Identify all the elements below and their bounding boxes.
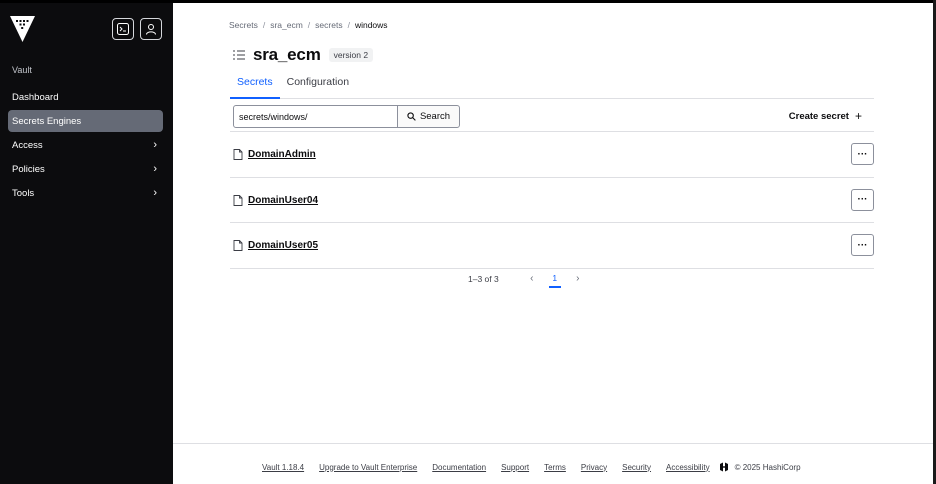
version-badge: version 2 [328, 48, 374, 62]
secrets-list: DomainAdmin ··· DomainUser04 ··· DomainU… [230, 132, 874, 269]
sidebar-item-secrets-engines[interactable]: Secrets Engines [8, 110, 163, 132]
footer-link-support[interactable]: Support [501, 463, 529, 472]
footer-link-version[interactable]: Vault 1.18.4 [262, 463, 304, 472]
sidebar-item-label: Access [12, 139, 43, 151]
search-button-label: Search [419, 111, 451, 122]
console-button[interactable] [112, 18, 134, 40]
tab-configuration[interactable]: Configuration [280, 70, 356, 99]
breadcrumb: Secrets / sra_ecm / secrets / windows [229, 20, 388, 30]
file-icon [233, 149, 243, 160]
breadcrumb-secrets[interactable]: Secrets [229, 20, 258, 30]
secret-name[interactable]: DomainUser04 [248, 195, 318, 206]
sidebar-item-label: Dashboard [12, 91, 59, 103]
sidebar-section-label: Vault [12, 65, 32, 75]
pagination: 1–3 of 3 ‹ 1 › [468, 271, 585, 288]
footer-link-documentation[interactable]: Documentation [432, 463, 486, 472]
copyright: © 2025 HashiCorp [734, 462, 801, 472]
search-button[interactable]: Search [397, 105, 460, 128]
file-icon [233, 240, 243, 251]
footer: Vault 1.18.4 Upgrade to Vault Enterprise… [173, 443, 933, 484]
plus-icon: + [854, 109, 862, 123]
sidebar-item-tools[interactable]: Tools › [8, 182, 163, 204]
more-actions-button[interactable]: ··· [851, 188, 874, 211]
user-icon [146, 24, 156, 35]
chevron-left-icon[interactable]: ‹ [525, 273, 539, 284]
vault-logo-icon[interactable] [10, 16, 35, 42]
list-item: DomainAdmin ··· [230, 132, 874, 178]
breadcrumb-separator: / [307, 20, 311, 30]
breadcrumb-separator: / [262, 20, 266, 30]
secret-link[interactable]: DomainAdmin [233, 149, 316, 160]
tab-secrets[interactable]: Secrets [230, 70, 280, 99]
footer-link-terms[interactable]: Terms [544, 463, 566, 472]
sidebar-item-label: Tools [12, 187, 35, 199]
sidebar-item-access[interactable]: Access › [8, 134, 163, 156]
title-row: sra_ecm version 2 [233, 45, 374, 65]
sidebar-item-label: Secrets Engines [12, 115, 82, 127]
list-item: DomainUser04 ··· [230, 178, 874, 223]
page-number-button[interactable]: 1 [548, 273, 561, 288]
chevron-right-icon: › [153, 139, 157, 151]
footer-link-upgrade[interactable]: Upgrade to Vault Enterprise [319, 463, 417, 472]
footer-link-privacy[interactable]: Privacy [581, 463, 607, 472]
chevron-right-icon: › [153, 187, 157, 199]
page-title: sra_ecm [253, 45, 321, 64]
breadcrumb-current: windows [354, 20, 388, 30]
user-menu-button[interactable] [140, 18, 162, 40]
list-item: DomainUser05 ··· [230, 223, 874, 269]
footer-link-security[interactable]: Security [622, 463, 651, 472]
file-icon [233, 194, 243, 206]
sidebar: Vault Dashboard Secrets Engines Access ›… [0, 3, 173, 484]
more-actions-button[interactable]: ··· [851, 143, 874, 165]
secret-link[interactable]: DomainUser05 [233, 240, 318, 251]
secret-name[interactable]: DomainUser05 [248, 240, 318, 251]
breadcrumb-separator: / [347, 20, 350, 30]
footer-links: Vault 1.18.4 Upgrade to Vault Enterprise… [262, 462, 801, 472]
terminal-icon [117, 23, 129, 35]
secret-link[interactable]: DomainUser04 [233, 195, 318, 206]
secret-name[interactable]: DomainAdmin [248, 149, 316, 160]
more-actions-button[interactable]: ··· [851, 234, 874, 256]
chevron-right-icon[interactable]: › [571, 273, 585, 284]
sidebar-item-dashboard[interactable]: Dashboard [8, 86, 163, 108]
path-search-input[interactable] [233, 105, 398, 128]
footer-link-accessibility[interactable]: Accessibility [666, 463, 710, 472]
hashicorp-logo-icon [719, 462, 728, 472]
breadcrumb-secrets-path[interactable]: secrets [315, 20, 342, 30]
breadcrumb-sra-ecm[interactable]: sra_ecm [270, 20, 303, 30]
main-content: Secrets / sra_ecm / secrets / windows sr… [173, 3, 933, 484]
search-icon [407, 112, 416, 121]
create-secret-button[interactable]: Create secret + [789, 109, 862, 123]
chevron-right-icon: › [153, 163, 157, 175]
sidebar-item-policies[interactable]: Policies › [8, 158, 163, 180]
sidebar-item-label: Policies [12, 163, 45, 175]
create-secret-label: Create secret [788, 110, 849, 122]
tab-bar: Secrets Configuration [230, 70, 874, 99]
list-icon [233, 50, 245, 60]
toolbar: Search Create secret + [230, 101, 874, 132]
app-window: Vault Dashboard Secrets Engines Access ›… [0, 3, 936, 484]
pagination-info: 1–3 of 3 [468, 273, 499, 284]
